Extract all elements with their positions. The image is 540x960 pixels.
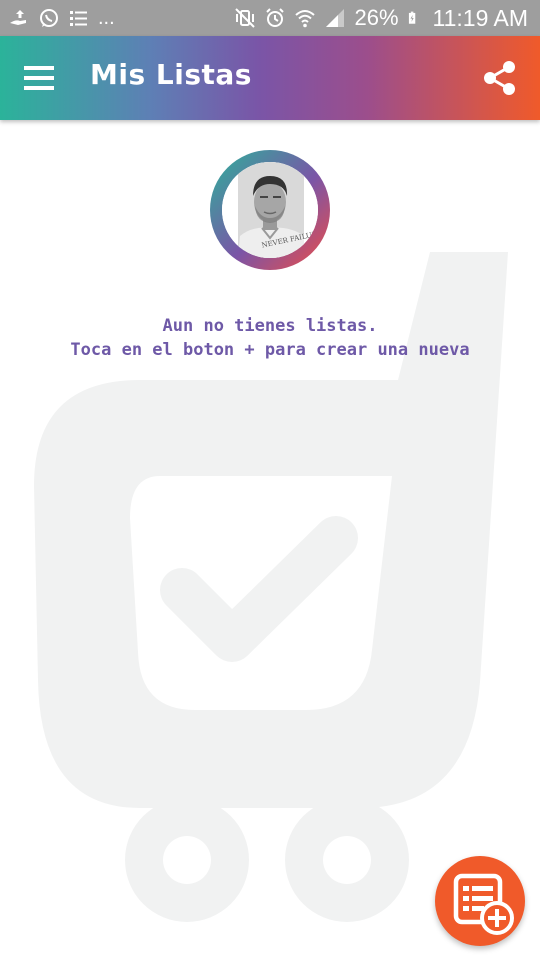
profile-photo-icon: NEVER FAILURE bbox=[222, 162, 318, 258]
vibrate-mute-icon bbox=[235, 8, 256, 28]
status-right-group: 26% 11:19 AM bbox=[234, 0, 528, 36]
empty-state-line-2: Toca en el boton + para crear una nueva bbox=[70, 340, 470, 360]
status-left-group: ... bbox=[8, 0, 115, 36]
empty-state-line-1: Aun no tienes listas. bbox=[162, 316, 378, 336]
app-bar: Mis Listas bbox=[0, 36, 540, 120]
list-notification-icon bbox=[70, 11, 87, 26]
signal-icon bbox=[326, 9, 345, 27]
alarm-icon bbox=[266, 8, 285, 27]
clock-time: 11:19 AM bbox=[432, 4, 528, 31]
status-overflow-text: ... bbox=[98, 6, 115, 29]
upload-hand-icon bbox=[10, 10, 26, 25]
hamburger-menu-icon[interactable] bbox=[24, 66, 56, 90]
avatar-photo: NEVER FAILURE bbox=[222, 162, 318, 258]
wifi-icon bbox=[295, 10, 316, 28]
share-icon[interactable] bbox=[480, 58, 520, 98]
add-list-icon bbox=[453, 873, 514, 935]
battery-charging-icon bbox=[408, 11, 415, 24]
whatsapp-icon bbox=[40, 9, 58, 27]
avatar[interactable]: NEVER FAILURE bbox=[210, 150, 330, 270]
status-bar: ... 26% 11:19 AM bbox=[0, 0, 540, 36]
battery-percent: 26% bbox=[354, 5, 399, 30]
add-list-button[interactable] bbox=[435, 856, 525, 946]
empty-state-message: Aun no tienes listas. Toca en el boton +… bbox=[0, 314, 540, 362]
page-title: Mis Listas bbox=[90, 58, 252, 91]
